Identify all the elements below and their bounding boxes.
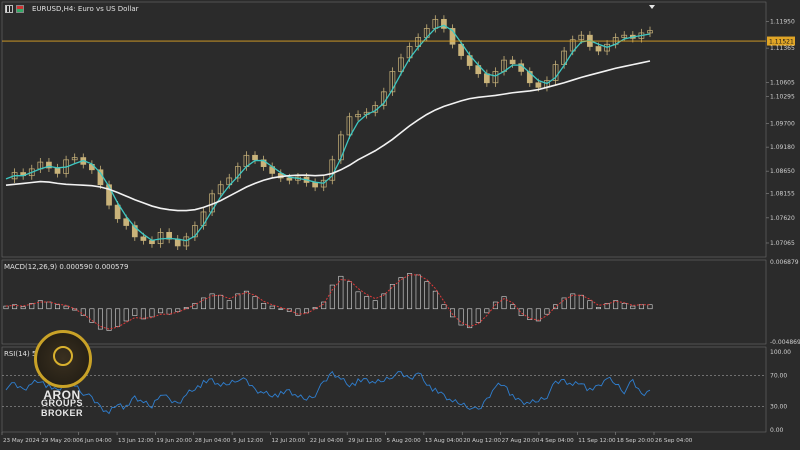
xtick-label: 6 Jun 04:00 (80, 438, 112, 444)
xtick-label: 20 Aug 12:00 (463, 438, 501, 444)
rsi-ytick-label: 0.00 (770, 427, 784, 434)
xtick-label: 29 May 20:00 (41, 438, 80, 444)
xtick-label: 29 Jul 12:00 (348, 438, 382, 444)
xtick-label: 12 Jul 20:00 (271, 438, 305, 444)
macd-ytick-label: -0.004869 (770, 339, 800, 346)
candle-body (509, 59, 516, 65)
price-ytick-label: 1.07620 (770, 215, 795, 222)
header-icons (5, 5, 24, 13)
price-ytick-label: 1.09180 (770, 144, 795, 151)
price-ytick-label: 1.08155 (770, 191, 795, 198)
xtick-label: 13 Jun 12:00 (118, 438, 154, 444)
candle-body (535, 82, 542, 88)
symbol-title: EURUSD,H4: Euro vs US Dollar (32, 5, 139, 13)
price-ytick-label: 1.11950 (770, 19, 795, 26)
xtick-label: 13 Aug 04:00 (425, 438, 463, 444)
broker-logo-icon (34, 330, 92, 388)
xtick-label: 22 Jul 04:00 (310, 438, 344, 444)
xtick-label: 5 Jul 12:00 (233, 438, 263, 444)
brand-line-2: GROUPS (40, 398, 83, 408)
price-ytick-label: 1.07065 (770, 240, 795, 247)
rsi-ytick-label: 70.00 (770, 372, 787, 379)
price-ytick-label: 1.10605 (770, 80, 795, 87)
chart-icon[interactable] (5, 5, 13, 13)
candle-body (140, 236, 147, 241)
xtick-label: 26 Sep 04:00 (655, 438, 693, 444)
price-ytick-label: 1.11365 (770, 45, 795, 52)
candle-body (114, 204, 121, 220)
xtick-label: 18 Sep 20:00 (617, 438, 655, 444)
candle-body (312, 182, 318, 188)
candle-body (252, 154, 258, 161)
price-ytick-label: 1.10295 (770, 94, 795, 101)
current-price-label: 1.11521 (769, 39, 794, 46)
xtick-label: 11 Sep 12:00 (578, 438, 616, 444)
macd-ytick-label: 0.006879 (770, 259, 799, 266)
xtick-label: 4 Sep 04:00 (540, 438, 574, 444)
candle-body (286, 177, 293, 181)
rsi-panel (1, 346, 767, 433)
candle-body (174, 238, 181, 247)
xtick-label: 27 Aug 20:00 (502, 438, 540, 444)
macd-panel (1, 259, 767, 345)
price-ytick-label: 1.09700 (770, 121, 795, 128)
candle-body (54, 167, 61, 174)
candle-body (123, 218, 130, 226)
price-ytick-label: 1.08650 (770, 168, 795, 175)
xtick-label: 5 Aug 20:00 (387, 438, 422, 444)
brand-line-3: BROKER (40, 408, 83, 418)
candle-body (595, 46, 602, 52)
chart-canvas: 1.11950 1.11365 1.10605 1.10295 1.09700 1.091… (1, 1, 800, 444)
xtick-label: 23 May 2024 (3, 438, 40, 444)
xtick-label: 28 Jun 04:00 (195, 438, 231, 444)
rsi-ytick-label: 30.00 (770, 404, 787, 411)
macd-bar (278, 308, 284, 310)
macd-title: MACD(12,26,9) 0.000590 0.000579 (4, 263, 129, 271)
xtick-label: 19 Jun 20:00 (156, 438, 192, 444)
rsi-ytick-label: 100.00 (770, 349, 791, 356)
flag-icon[interactable] (16, 5, 24, 13)
